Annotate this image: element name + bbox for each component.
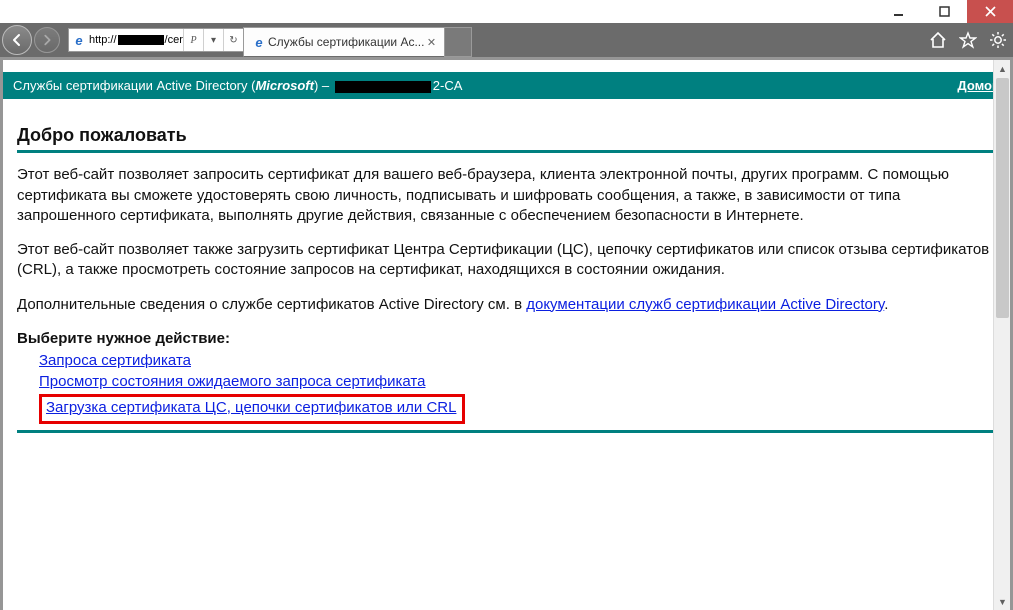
paragraph-download: Этот веб-сайт позволяет также загрузить … (17, 240, 996, 281)
tab-active[interactable]: e Службы сертификации Ac... ✕ (243, 27, 445, 57)
paragraph-intro: Этот веб-сайт позволяет запросить сертиф… (17, 165, 996, 226)
action-request-cert[interactable]: Запроса сертификата (39, 352, 191, 369)
scroll-down-icon[interactable]: ▼ (994, 593, 1011, 610)
paragraph-docs: Дополнительные сведения о службе сертифи… (17, 295, 996, 315)
redacted-host (118, 35, 164, 45)
actions-heading: Выберите нужное действие: (17, 329, 996, 349)
ie-icon: e (69, 33, 89, 48)
browser-toolbar: e http:///certsr P ▾ ↻ e Службы сертифик… (0, 23, 1013, 57)
banner-text: Службы сертификации Active Directory (Mi… (13, 78, 462, 93)
search-icon[interactable]: P (183, 29, 203, 51)
new-tab-button[interactable] (444, 27, 472, 57)
scroll-thumb[interactable] (996, 78, 1009, 318)
tab-title: Службы сертификации Ac... (268, 35, 424, 49)
docs-link[interactable]: документации служб сертификации Active D… (526, 296, 884, 313)
gear-icon[interactable] (989, 31, 1007, 49)
scroll-up-icon[interactable]: ▲ (994, 60, 1011, 77)
close-button[interactable] (967, 0, 1013, 23)
viewport: Службы сертификации Active Directory (Mi… (0, 57, 1013, 610)
page-title: Добро пожаловать (17, 123, 996, 147)
page: Службы сертификации Active Directory (Mi… (3, 60, 1010, 610)
minimize-button[interactable] (875, 0, 921, 23)
maximize-button[interactable] (921, 0, 967, 23)
ie-icon: e (250, 35, 268, 50)
highlight-box: Загрузка сертификата ЦС, цепочки сертифи… (39, 394, 465, 424)
divider (17, 430, 996, 433)
action-view-pending[interactable]: Просмотр состояния ожидаемого запроса се… (39, 373, 425, 390)
address-text: http:///certsr (89, 34, 183, 46)
divider (17, 150, 996, 153)
home-icon[interactable] (929, 31, 947, 49)
forward-button[interactable] (34, 27, 60, 53)
action-download-ca[interactable]: Загрузка сертификата ЦС, цепочки сертифи… (46, 399, 456, 416)
window-titlebar (0, 0, 1013, 23)
favorites-icon[interactable] (959, 31, 977, 49)
back-button[interactable] (2, 25, 32, 55)
addr-dropdown-icon[interactable]: ▾ (203, 29, 223, 51)
refresh-icon[interactable]: ↻ (223, 29, 243, 51)
banner: Службы сертификации Active Directory (Mi… (3, 72, 1010, 99)
address-bar[interactable]: e http:///certsr P ▾ ↻ (68, 28, 244, 52)
vertical-scrollbar[interactable]: ▲ ▼ (993, 60, 1010, 610)
tab-close-icon[interactable]: ✕ (424, 35, 438, 49)
redacted-server (335, 81, 431, 93)
